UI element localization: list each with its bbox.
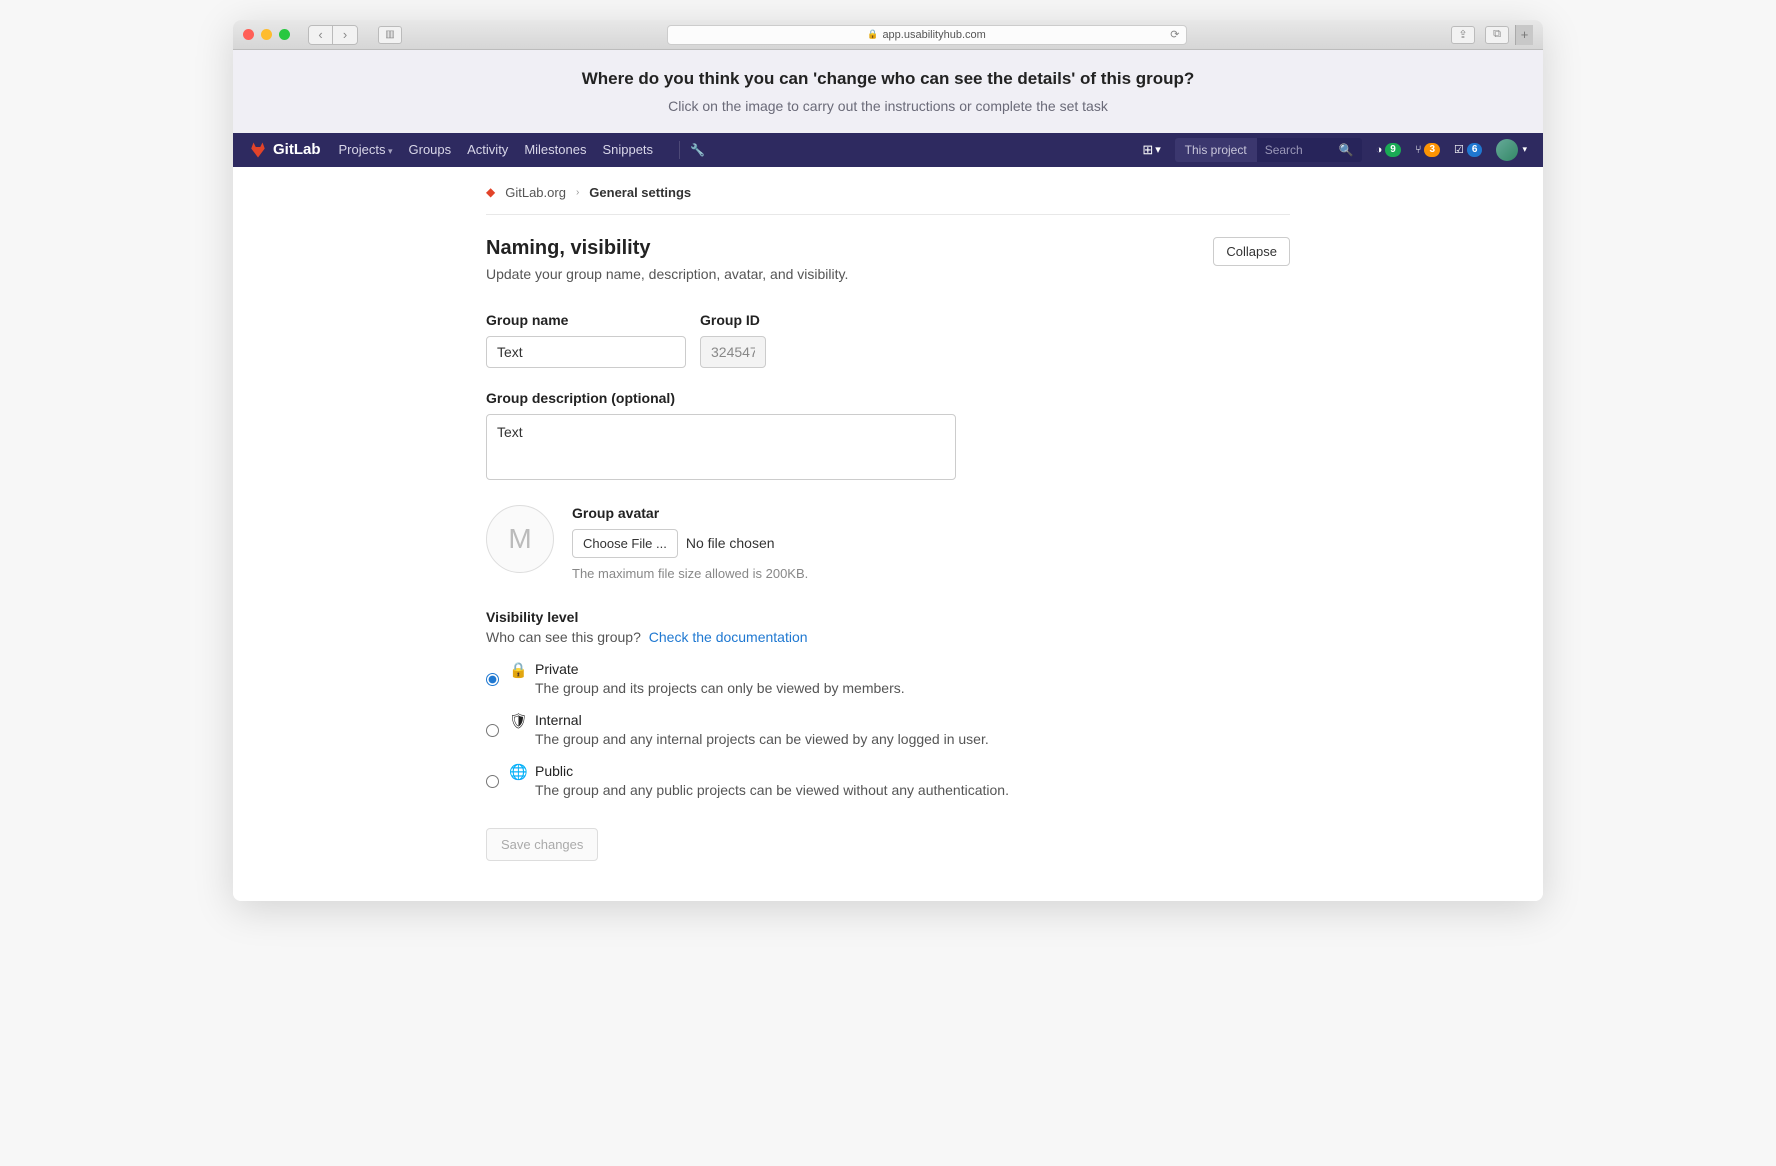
share-icon[interactable]: ⇪ — [1451, 26, 1475, 44]
url-bar[interactable]: 🔒 app.usabilityhub.com ⟳ — [667, 25, 1187, 45]
issues-counter[interactable]: ◑9 — [1376, 143, 1401, 157]
search-scope[interactable]: This project — [1175, 138, 1257, 162]
radio-internal-desc: The group and any internal projects can … — [535, 731, 989, 747]
radio-internal[interactable] — [486, 714, 499, 747]
new-tab-button[interactable]: + — [1515, 25, 1533, 45]
toolbar-right: ⇪ ⧉ — [1451, 26, 1509, 44]
user-avatar[interactable] — [1496, 139, 1518, 161]
page-content: ◆ GitLab.org › General settings Naming, … — [233, 167, 1543, 901]
prompt-question: Where do you think you can 'change who c… — [253, 68, 1523, 91]
section-header: Naming, visibility Update your group nam… — [486, 237, 1290, 282]
gitlab-navbar: GitLab Projects Groups Activity Mileston… — [233, 133, 1543, 167]
reload-icon[interactable]: ⟳ — [1170, 28, 1179, 41]
nav-milestones[interactable]: Milestones — [524, 142, 586, 157]
collapse-button[interactable]: Collapse — [1213, 237, 1290, 266]
group-name-input[interactable] — [486, 336, 686, 368]
shield-icon: 🛡 — [509, 712, 525, 747]
group-avatar-preview: M — [486, 505, 554, 573]
nav-back-forward: ‹ › — [308, 25, 358, 45]
globe-icon: 🌐 — [509, 763, 525, 798]
close-icon[interactable] — [243, 29, 254, 40]
save-changes-button[interactable]: Save changes — [486, 828, 598, 861]
radio-public-label: Public — [535, 763, 1009, 779]
search-icon[interactable]: 🔍 — [1339, 143, 1354, 157]
radio-private-label: Private — [535, 661, 905, 677]
admin-wrench-icon[interactable]: 🔧 — [690, 143, 705, 157]
nav-groups[interactable]: Groups — [409, 142, 452, 157]
nav-snippets[interactable]: Snippets — [602, 142, 653, 157]
section-title: Naming, visibility — [486, 237, 848, 260]
breadcrumb: ◆ GitLab.org › General settings — [486, 185, 1290, 215]
back-button[interactable]: ‹ — [309, 26, 333, 44]
visibility-title: Visibility level — [486, 609, 1290, 625]
url-text: app.usabilityhub.com — [882, 29, 985, 41]
browser-window: ‹ › ▥ 🔒 app.usabilityhub.com ⟳ ⇪ ⧉ + Whe… — [233, 20, 1543, 901]
avatar-hint: The maximum file size allowed is 200KB. — [572, 566, 808, 581]
search-wrap: 🔍 — [1257, 138, 1362, 162]
group-description-input[interactable] — [486, 414, 956, 480]
lock-icon: 🔒 — [509, 661, 525, 696]
radio-private[interactable] — [486, 663, 499, 696]
radio-public-desc: The group and any public projects can be… — [535, 782, 1009, 798]
prompt-instruction: Click on the image to carry out the inst… — [253, 97, 1523, 117]
maximize-icon[interactable] — [279, 29, 290, 40]
tabs-icon[interactable]: ⧉ — [1485, 26, 1509, 44]
minimize-icon[interactable] — [261, 29, 272, 40]
group-avatar-label: Group avatar — [572, 505, 808, 521]
breadcrumb-org[interactable]: GitLab.org — [505, 185, 566, 200]
lock-icon: 🔒 — [867, 29, 878, 40]
nav-activity[interactable]: Activity — [467, 142, 508, 157]
gitlab-icon — [249, 141, 267, 159]
new-dropdown[interactable]: ⊞ ▾ — [1142, 142, 1160, 158]
chevron-right-icon: › — [576, 187, 579, 198]
nav-divider — [679, 141, 680, 159]
mrs-counter[interactable]: ⑂3 — [1415, 143, 1440, 157]
group-description-label: Group description (optional) — [486, 390, 1290, 406]
section-subtitle: Update your group name, description, ava… — [486, 266, 848, 282]
visibility-option-internal[interactable]: 🛡 Internal The group and any internal pr… — [486, 712, 1290, 747]
breadcrumb-current: General settings — [589, 185, 691, 200]
file-status: No file chosen — [686, 535, 775, 551]
visibility-section: Visibility level Who can see this group?… — [486, 609, 1290, 798]
sidebar-toggle-icon[interactable]: ▥ — [378, 26, 402, 44]
visibility-option-public[interactable]: 🌐 Public The group and any public projec… — [486, 763, 1290, 798]
gitlab-logo[interactable]: GitLab — [249, 141, 321, 159]
titlebar: ‹ › ▥ 🔒 app.usabilityhub.com ⟳ ⇪ ⧉ + — [233, 20, 1543, 50]
visibility-docs-link[interactable]: Check the documentation — [649, 629, 808, 645]
group-id-field — [700, 336, 766, 368]
forward-button[interactable]: › — [333, 26, 357, 44]
search-input[interactable] — [1257, 138, 1335, 162]
user-menu-caret-icon[interactable]: ▾ — [1522, 144, 1527, 155]
choose-file-button[interactable]: Choose File ... — [572, 529, 678, 558]
task-prompt: Where do you think you can 'change who c… — [233, 50, 1543, 133]
visibility-option-private[interactable]: 🔒 Private The group and its projects can… — [486, 661, 1290, 696]
group-name-label: Group name — [486, 312, 686, 328]
group-id-label: Group ID — [700, 312, 766, 328]
radio-private-desc: The group and its projects can only be v… — [535, 680, 905, 696]
radio-internal-label: Internal — [535, 712, 989, 728]
nav-projects[interactable]: Projects — [339, 142, 393, 157]
radio-public[interactable] — [486, 765, 499, 798]
visibility-subtitle: Who can see this group? — [486, 629, 641, 645]
gitlab-org-icon: ◆ — [486, 185, 495, 199]
window-controls — [243, 29, 290, 40]
todos-counter[interactable]: ☑6 — [1454, 143, 1482, 157]
